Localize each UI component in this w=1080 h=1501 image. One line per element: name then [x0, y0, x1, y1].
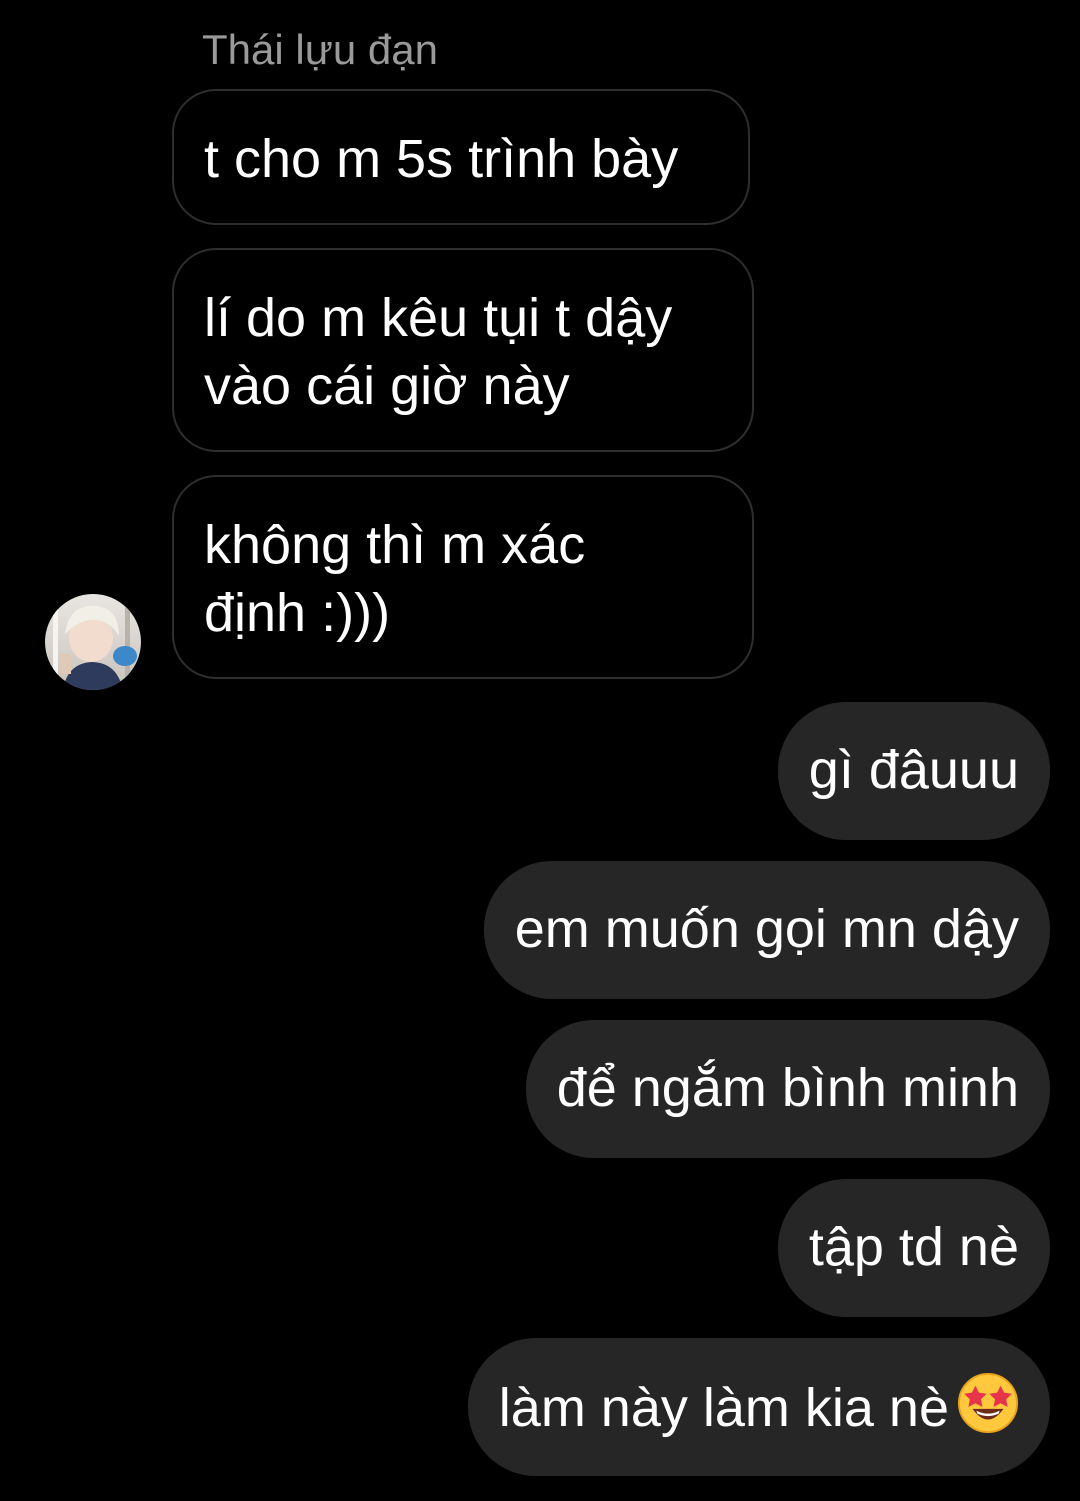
incoming-message[interactable]: t cho m 5s trình bày — [172, 89, 750, 225]
star-struck-emoji-icon — [957, 1372, 1019, 1434]
outgoing-message[interactable]: để ngắm bình minh — [525, 1020, 1050, 1158]
outgoing-message[interactable]: em muốn gọi mn dậy — [483, 861, 1050, 999]
sender-name: Thái lựu đạn — [202, 26, 438, 73]
outgoing-message[interactable]: tập td nè — [777, 1179, 1050, 1317]
incoming-message[interactable]: lí do m kêu tụi t dậy vào cái giờ này — [172, 248, 754, 452]
outgoing-message[interactable]: gì đâuuu — [777, 702, 1050, 840]
avatar[interactable] — [45, 594, 141, 690]
outgoing-message-text: làm này làm kia nè — [498, 1378, 949, 1438]
incoming-message[interactable]: không thì m xác định :))) — [172, 475, 754, 679]
outgoing-message[interactable]: làm này làm kia nè — [467, 1338, 1050, 1476]
avatar-photo-icon — [45, 594, 141, 690]
